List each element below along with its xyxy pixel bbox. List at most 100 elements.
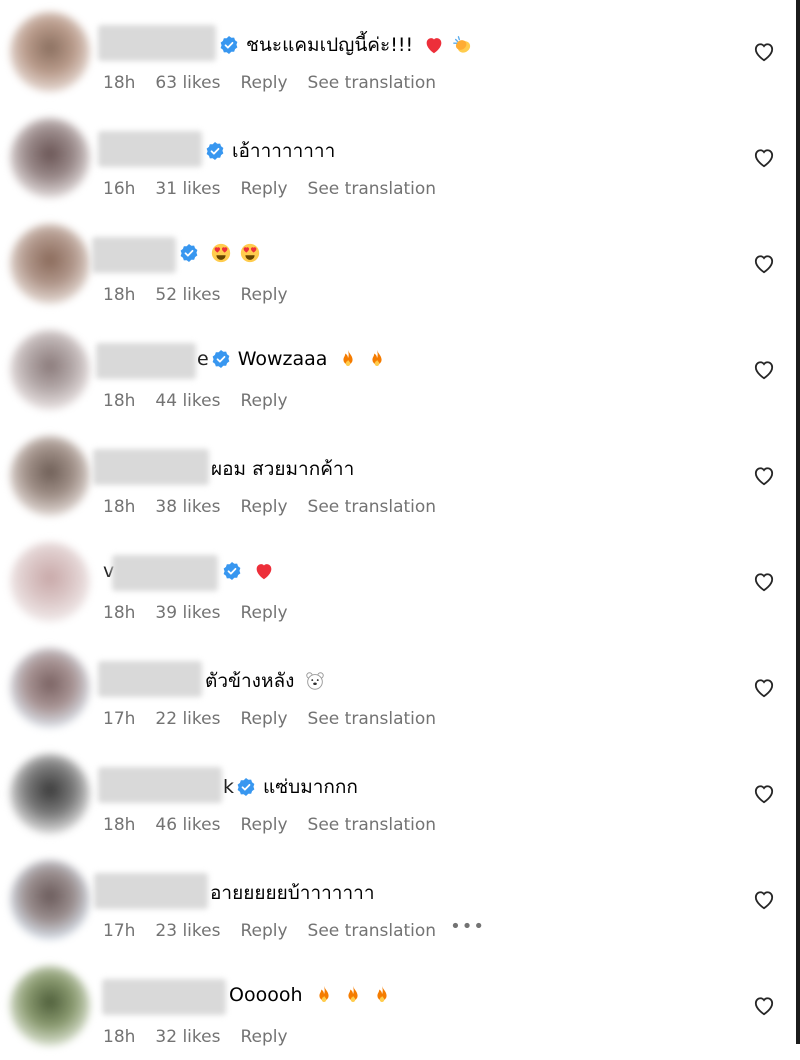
timestamp: 18h	[103, 815, 136, 835]
likes-count[interactable]: 38 likes	[155, 497, 220, 517]
comment-item: 18h 52 likes Reply	[0, 212, 790, 318]
likes-count[interactable]: 22 likes	[155, 709, 220, 729]
username-blurred[interactable]	[93, 449, 209, 485]
username-blurred[interactable]	[112, 555, 218, 591]
username-blurred[interactable]	[92, 237, 176, 273]
username-blurred[interactable]	[98, 131, 202, 167]
likes-count[interactable]: 32 likes	[155, 1027, 220, 1047]
avatar[interactable]	[10, 648, 90, 728]
like-heart-icon[interactable]	[753, 466, 775, 486]
like-heart-icon[interactable]	[753, 572, 775, 592]
comment-text: Oooooh	[229, 984, 303, 1006]
verified-badge-icon	[206, 142, 224, 160]
scrollbar-edge	[796, 0, 800, 1044]
avatar[interactable]	[10, 966, 90, 1046]
verified-badge-icon	[223, 562, 241, 580]
like-heart-icon[interactable]	[753, 360, 775, 380]
clapping-hands-icon	[453, 36, 471, 53]
verified-badge-icon	[237, 778, 255, 796]
reply-button[interactable]: Reply	[240, 179, 287, 199]
like-heart-icon[interactable]	[753, 148, 775, 168]
timestamp: 17h	[103, 921, 136, 941]
avatar[interactable]	[10, 12, 90, 92]
verified-badge-icon	[180, 244, 198, 262]
timestamp: 18h	[103, 603, 136, 623]
avatar[interactable]	[10, 118, 90, 198]
likes-count[interactable]: 46 likes	[155, 815, 220, 835]
avatar[interactable]	[10, 542, 90, 622]
username-tail[interactable]: k	[223, 776, 234, 798]
see-translation-button[interactable]: See translation	[308, 73, 437, 93]
username-blurred[interactable]	[98, 661, 202, 697]
see-translation-button[interactable]: See translation	[308, 179, 437, 199]
heart-eyes-icon	[240, 243, 260, 263]
avatar[interactable]	[10, 436, 90, 516]
red-heart-icon	[256, 564, 272, 580]
comment-meta: 18h 63 likes Reply See translation	[103, 73, 456, 93]
likes-count[interactable]: 31 likes	[155, 179, 220, 199]
timestamp: 18h	[103, 391, 136, 411]
username-blurred[interactable]	[94, 873, 208, 909]
comment-item: Oooooh 18h 32 likes Reply	[0, 954, 790, 1060]
like-heart-icon[interactable]	[753, 254, 775, 274]
like-heart-icon[interactable]	[753, 996, 775, 1016]
see-translation-button[interactable]: See translation	[308, 815, 437, 835]
heart-eyes-icon	[211, 243, 231, 263]
comment-item: k แซ่บมากกก 18h 46 likes Reply See trans…	[0, 742, 790, 848]
timestamp: 17h	[103, 709, 136, 729]
comment-meta: 18h 46 likes Reply See translation	[103, 815, 456, 835]
avatar[interactable]	[10, 860, 90, 940]
username-blurred[interactable]	[102, 979, 226, 1015]
timestamp: 16h	[103, 179, 136, 199]
reply-button[interactable]: Reply	[240, 815, 287, 835]
comment-item: ชนะแคมเปญนี้ค่ะ!!! 18h 63 likes Reply Se…	[0, 0, 790, 106]
likes-count[interactable]: 44 likes	[155, 391, 220, 411]
likes-count[interactable]: 23 likes	[155, 921, 220, 941]
username-tail[interactable]: e	[197, 348, 209, 370]
like-heart-icon[interactable]	[753, 890, 775, 910]
fire-icon	[372, 349, 383, 367]
comment-meta: 18h 39 likes Reply	[103, 603, 308, 623]
likes-count[interactable]: 63 likes	[155, 73, 220, 93]
avatar[interactable]	[10, 224, 90, 304]
reply-button[interactable]: Reply	[240, 921, 287, 941]
see-translation-button[interactable]: See translation	[308, 921, 437, 941]
comment-item: ตัวข้างหลัง 17h 22 likes Reply See trans…	[0, 636, 790, 742]
comment-meta: 18h 32 likes Reply	[103, 1027, 308, 1047]
like-heart-icon[interactable]	[753, 784, 775, 804]
fire-icon	[343, 349, 354, 367]
comment-meta: 17h 23 likes Reply See translation •••	[103, 916, 505, 941]
like-heart-icon[interactable]	[753, 42, 775, 62]
likes-count[interactable]: 39 likes	[155, 603, 220, 623]
comment-item: เอ้าาาาาาาา 16h 31 likes Reply See trans…	[0, 106, 790, 212]
comment-item: ผอม สวยมากค้าา 18h 38 likes Reply See tr…	[0, 424, 790, 530]
username-blurred[interactable]	[98, 767, 222, 803]
verified-badge-icon	[212, 350, 230, 368]
comment-text: Wowzaaa	[237, 348, 328, 370]
reply-button[interactable]: Reply	[240, 285, 287, 305]
username-blurred[interactable]	[98, 25, 216, 61]
reply-button[interactable]: Reply	[240, 73, 287, 93]
fire-icon	[318, 985, 329, 1003]
comment-item: อายยยยยบ้าาาาาาา 17h 23 likes Reply See …	[0, 848, 790, 954]
more-options-button[interactable]: •••	[450, 916, 485, 941]
likes-count[interactable]: 52 likes	[155, 285, 220, 305]
reply-button[interactable]: Reply	[240, 391, 287, 411]
verified-badge-icon	[220, 36, 238, 54]
reply-button[interactable]: Reply	[240, 1027, 287, 1047]
reply-button[interactable]: Reply	[240, 497, 287, 517]
comment-item: v 18h 39 likes Reply	[0, 530, 790, 636]
red-heart-icon	[426, 38, 442, 54]
reply-button[interactable]: Reply	[240, 603, 287, 623]
like-heart-icon[interactable]	[753, 678, 775, 698]
avatar[interactable]	[10, 330, 90, 410]
see-translation-button[interactable]: See translation	[308, 497, 437, 517]
avatar[interactable]	[10, 754, 90, 834]
comment-meta: 18h 52 likes Reply	[103, 285, 308, 305]
username-blurred[interactable]	[96, 343, 196, 379]
reply-button[interactable]: Reply	[240, 709, 287, 729]
comment-meta: 17h 22 likes Reply See translation	[103, 709, 456, 729]
see-translation-button[interactable]: See translation	[308, 709, 437, 729]
comment-item: e Wowzaaa 18h 44 likes Reply	[0, 318, 790, 424]
comment-text: ตัวข้างหลัง	[205, 670, 295, 692]
